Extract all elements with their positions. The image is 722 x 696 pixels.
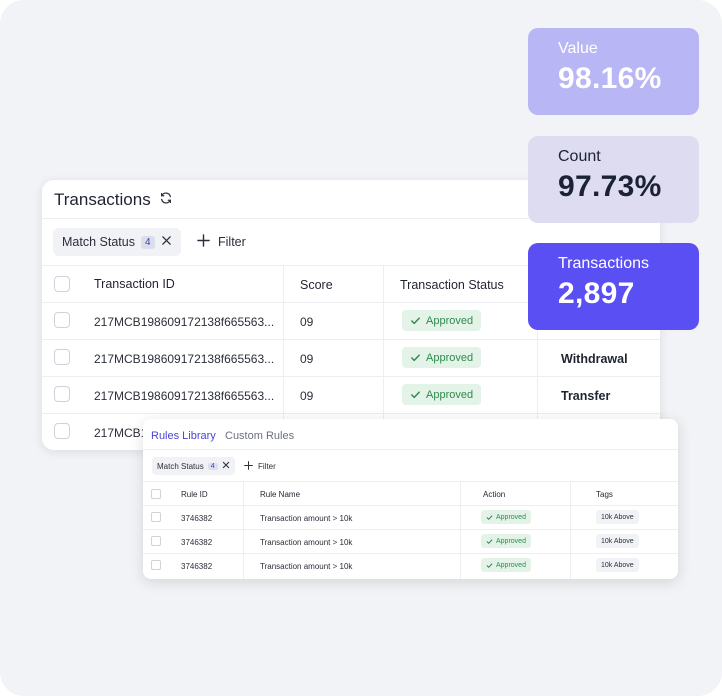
tag-badge: 10k Above <box>596 510 639 524</box>
table-row[interactable]: 3746382 Transaction amount > 10k Approve… <box>143 553 678 577</box>
stat-value: 98.16% <box>558 62 662 95</box>
filter-button[interactable]: Filter <box>244 457 276 475</box>
plus-icon <box>197 234 210 250</box>
row-checkbox[interactable] <box>151 536 161 546</box>
column-header-transaction-status: Transaction Status <box>400 278 504 292</box>
table-row[interactable]: 3746382 Transaction amount > 10k Approve… <box>143 505 678 529</box>
column-header-rule-id: Rule ID <box>181 490 208 499</box>
rule-id-cell: 3746382 <box>181 562 213 571</box>
check-icon <box>411 391 420 399</box>
chip-count-badge: 4 <box>140 235 155 249</box>
check-icon <box>411 354 420 362</box>
score-cell: 09 <box>300 389 314 403</box>
status-badge: Approved <box>402 347 482 368</box>
transaction-type-cell: Transfer <box>561 389 611 403</box>
filter-label: Filter <box>258 461 276 471</box>
tag-badge: 10k Above <box>596 558 639 572</box>
status-label: Approved <box>426 351 474 364</box>
status-badge: Approved <box>402 384 482 405</box>
transactions-title: Transactions <box>54 190 151 209</box>
stat-label: Value <box>558 40 598 57</box>
check-icon <box>486 539 493 544</box>
column-header-score: Score <box>300 278 333 292</box>
score-cell: 09 <box>300 315 314 329</box>
chip-label: Match Status <box>157 461 204 471</box>
stat-card-transactions: Transactions 2,897 <box>528 243 699 330</box>
action-badge: Approved <box>481 558 531 572</box>
rule-id-cell: 3746382 <box>181 538 213 547</box>
select-all-checkbox[interactable] <box>151 489 161 499</box>
divider <box>143 449 678 450</box>
transaction-id-cell: 217MCB1 <box>94 426 148 440</box>
row-checkbox[interactable] <box>54 386 70 402</box>
check-icon <box>411 317 420 325</box>
check-icon <box>486 563 493 568</box>
tab-custom-rules[interactable]: Custom Rules <box>225 430 294 442</box>
row-checkbox[interactable] <box>54 349 70 365</box>
tag-badge: 10k Above <box>596 534 639 548</box>
check-icon <box>486 515 493 520</box>
row-checkbox[interactable] <box>151 512 161 522</box>
stat-label: Transactions <box>558 255 649 272</box>
action-badge: Approved <box>481 534 531 548</box>
table-row[interactable]: 217MCB198609172138f665563... 09 Approved… <box>42 376 660 413</box>
transactions-header: Transactions <box>54 189 173 211</box>
rule-name-cell: Transaction amount > 10k <box>260 562 353 571</box>
select-all-checkbox[interactable] <box>54 276 70 292</box>
column-header-transaction-id: Transaction ID <box>94 277 175 291</box>
refresh-icon[interactable] <box>159 191 173 210</box>
status-label: Approved <box>426 388 474 401</box>
status-label: Approved <box>426 314 474 327</box>
score-cell: 09 <box>300 352 314 366</box>
action-label: Approved <box>496 537 526 545</box>
transaction-id-cell: 217MCB198609172138f665563... <box>94 315 275 329</box>
action-label: Approved <box>496 561 526 569</box>
action-label: Approved <box>496 513 526 521</box>
status-badge: Approved <box>402 310 482 331</box>
filter-button[interactable]: Filter <box>197 228 246 256</box>
rule-id-cell: 3746382 <box>181 514 213 523</box>
action-badge: Approved <box>481 510 531 524</box>
stat-value: 97.73% <box>558 170 662 203</box>
rule-name-cell: Transaction amount > 10k <box>260 514 353 523</box>
row-checkbox[interactable] <box>151 560 161 570</box>
match-status-chip[interactable]: Match Status 4 <box>152 457 235 475</box>
column-header-action: Action <box>483 490 506 499</box>
transaction-type-cell: Withdrawal <box>561 352 628 366</box>
chip-count-badge: 4 <box>207 462 218 470</box>
table-row[interactable]: 3746382 Transaction amount > 10k Approve… <box>143 529 678 553</box>
stat-card-count: Count 97.73% <box>528 136 699 223</box>
row-checkbox[interactable] <box>54 312 70 328</box>
table-row[interactable]: 217MCB198609172138f665563... 09 Approved… <box>42 339 660 376</box>
stat-label: Count <box>558 148 601 165</box>
tab-rules-library[interactable]: Rules Library <box>151 430 216 442</box>
stat-card-value: Value 98.16% <box>528 28 699 115</box>
close-icon[interactable] <box>222 461 230 471</box>
column-header-tags: Tags <box>596 490 613 499</box>
rule-name-cell: Transaction amount > 10k <box>260 538 353 547</box>
row-checkbox[interactable] <box>54 423 70 439</box>
match-status-chip[interactable]: Match Status 4 <box>53 228 181 256</box>
chip-label: Match Status <box>62 235 135 249</box>
table-header-row: Rule ID Rule Name Action Tags <box>143 481 678 506</box>
stat-value: 2,897 <box>558 277 635 310</box>
plus-icon <box>244 460 253 472</box>
filter-label: Filter <box>218 235 246 249</box>
close-icon[interactable] <box>161 235 172 249</box>
rules-card: Rules Library Custom Rules Match Status … <box>143 419 678 579</box>
transaction-id-cell: 217MCB198609172138f665563... <box>94 389 275 403</box>
background-frame: Transactions Match Status 4 Filter Trans… <box>0 0 722 696</box>
column-header-rule-name: Rule Name <box>260 490 301 499</box>
transaction-id-cell: 217MCB198609172138f665563... <box>94 352 275 366</box>
